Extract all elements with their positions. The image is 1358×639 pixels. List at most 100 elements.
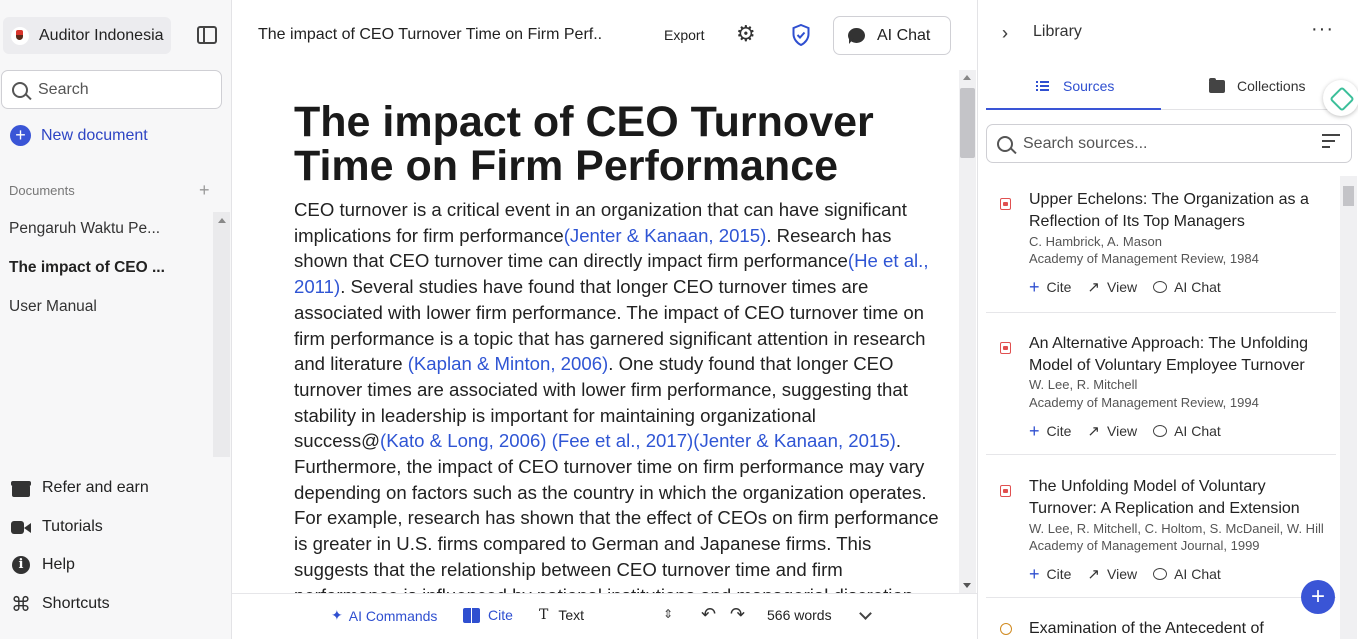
source-title[interactable]: The Unfolding Model of Voluntary Turnove… [1029, 476, 1334, 519]
tab-collections[interactable]: Collections [1209, 77, 1306, 94]
ai-commands-button[interactable]: ✦ AI Commands [331, 607, 437, 624]
inline-citation[interactable]: (Fee et al., 2017) [552, 430, 694, 451]
inline-citation[interactable]: (Kato & Long, 2006) [380, 430, 546, 451]
source-card[interactable]: An Alternative Approach: The Unfolding M… [986, 333, 1336, 455]
document-body[interactable]: CEO turnover is a critical event in an o… [294, 197, 939, 593]
cite-label: Cite [488, 607, 513, 623]
plus-circle-icon: + [10, 125, 31, 146]
source-title[interactable]: Upper Echelons: The Organization as a Re… [1029, 189, 1334, 232]
source-journal: Academy of Management Review, 1994 [1029, 395, 1259, 410]
source-cite-button[interactable]: + Cite [1029, 421, 1071, 441]
sidebar-doc-item[interactable]: User Manual [9, 298, 169, 316]
sidebar-toggle-icon[interactable] [197, 26, 217, 44]
library-scrollbar[interactable] [1340, 176, 1357, 639]
text-style-select[interactable]: T Text [539, 607, 584, 623]
ai-chat-button[interactable]: AI Chat [833, 16, 951, 55]
source-card[interactable]: Upper Echelons: The Organization as a Re… [986, 189, 1336, 313]
source-actions: + Cite ↗ View AI Chat [1029, 278, 1237, 296]
source-ai-chat-button[interactable]: AI Chat [1153, 566, 1221, 582]
plus-icon: + [1029, 564, 1040, 584]
tutorials-link[interactable]: Tutorials [11, 517, 103, 537]
more-options-icon[interactable]: ··· [1311, 18, 1334, 41]
tab-sources[interactable]: Sources [1036, 78, 1114, 94]
pdf-file-icon [1000, 485, 1011, 497]
document-heading[interactable]: The impact of CEO Turnover Time on Firm … [294, 100, 944, 188]
scroll-thumb[interactable] [960, 88, 975, 158]
source-view-button[interactable]: ↗ View [1087, 565, 1137, 583]
inline-citation[interactable]: (Jenter & Kanaan, 2015) [564, 225, 767, 246]
add-document-icon[interactable]: + [199, 180, 210, 201]
add-source-button[interactable]: + [1301, 580, 1335, 614]
bottom-toolbar: ✦ AI Commands Cite T Text ⇕ ↶ ↷ 566 word… [232, 593, 977, 639]
text-style-updown-icon[interactable]: ⇕ [663, 607, 673, 621]
sparkle-icon: ✦ [331, 607, 343, 623]
app-window: Auditor Indonesia Search + New document … [0, 0, 1358, 639]
refer-and-earn-link[interactable]: Refer and earn [11, 478, 149, 498]
cite-button[interactable]: Cite [463, 607, 513, 623]
plus-icon: + [1029, 421, 1040, 441]
scroll-up-icon[interactable] [963, 75, 971, 80]
source-title[interactable]: An Alternative Approach: The Unfolding M… [1029, 333, 1334, 376]
refer-label: Refer and earn [42, 479, 149, 496]
source-cite-label: Cite [1046, 566, 1072, 582]
sources-search-input[interactable]: Search sources... [986, 124, 1352, 163]
documents-header: Documents [9, 183, 75, 198]
sidebar-doc-item[interactable]: Pengaruh Waktu Pe... [9, 220, 169, 238]
workspace-switcher[interactable]: Auditor Indonesia [3, 17, 171, 54]
help-link[interactable]: Help [11, 555, 75, 575]
text-style-icon: T [539, 607, 549, 623]
source-cite-label: Cite [1046, 279, 1072, 295]
source-view-label: View [1107, 279, 1138, 295]
sidebar-scrollbar[interactable] [213, 212, 230, 457]
undo-icon[interactable]: ↶ [701, 604, 716, 625]
source-cite-button[interactable]: + Cite [1029, 564, 1072, 584]
sidebar-search-input[interactable]: Search [1, 70, 222, 109]
extension-icon[interactable] [1323, 80, 1358, 116]
shield-check-icon[interactable] [792, 24, 810, 46]
body-text: . Furthermore, the impact of CEO turnove… [294, 430, 939, 593]
chat-bubble-icon [1153, 568, 1168, 580]
shortcuts-link[interactable]: Shortcuts [11, 592, 110, 616]
sort-filter-icon[interactable] [1322, 134, 1340, 150]
search-icon [997, 135, 1013, 152]
new-document-button[interactable]: + New document [10, 125, 148, 146]
shortcuts-label: Shortcuts [42, 595, 110, 612]
redo-icon[interactable]: ↷ [730, 604, 745, 625]
active-tab-indicator [986, 108, 1161, 110]
search-icon [12, 81, 28, 98]
source-ai-chat-label: AI Chat [1174, 279, 1221, 295]
library-scroll-thumb[interactable] [1343, 186, 1354, 206]
inline-citation[interactable]: (Kaplan & Minton, 2006) [408, 353, 609, 374]
source-cite-button[interactable]: + Cite [1029, 278, 1072, 296]
workspace-logo-icon [11, 26, 29, 45]
sources-search-placeholder: Search sources... [1023, 134, 1148, 152]
tutorials-label: Tutorials [42, 518, 103, 535]
info-icon [11, 555, 31, 575]
source-journal: Academy of Management Journal, 1999 [1029, 538, 1260, 553]
chat-bubble-icon [1153, 425, 1168, 437]
pdf-file-icon [1000, 198, 1011, 210]
source-authors: C. Hambrick, A. Mason [1029, 234, 1162, 249]
chat-bubble-icon [848, 28, 865, 44]
source-authors: W. Lee, R. Mitchell, C. Holtom, S. McDan… [1029, 521, 1324, 536]
export-button[interactable]: Export [664, 27, 704, 43]
document-editor[interactable]: The impact of CEO Turnover Time on Firm … [232, 70, 959, 593]
editor-scrollbar[interactable] [959, 70, 976, 593]
source-ai-chat-button[interactable]: AI Chat [1153, 279, 1221, 295]
source-ai-chat-label: AI Chat [1174, 423, 1221, 439]
source-ai-chat-button[interactable]: AI Chat [1153, 423, 1221, 439]
source-view-button[interactable]: ↗ View [1087, 422, 1137, 440]
scroll-down-icon[interactable] [963, 583, 971, 588]
source-authors: W. Lee, R. Mitchell [1029, 377, 1138, 392]
gear-icon[interactable]: ⚙ [736, 24, 756, 46]
text-style-label: Text [558, 607, 585, 623]
word-count-dropdown[interactable] [859, 607, 872, 620]
source-card[interactable]: The Unfolding Model of Voluntary Turnove… [986, 476, 1336, 598]
source-view-button[interactable]: ↗ View [1087, 278, 1137, 296]
inline-citation[interactable]: (Jenter & Kanaan, 2015) [693, 430, 896, 451]
sidebar-doc-item-active[interactable]: The impact of CEO ... [9, 259, 169, 277]
document-title-breadcrumb: The impact of CEO Turnover Time on Firm … [258, 26, 603, 43]
tab-collections-label: Collections [1237, 78, 1306, 94]
top-bar: The impact of CEO Turnover Time on Firm … [232, 0, 977, 70]
source-title-partial[interactable]: Examination of the Antecedent of [1029, 620, 1264, 638]
